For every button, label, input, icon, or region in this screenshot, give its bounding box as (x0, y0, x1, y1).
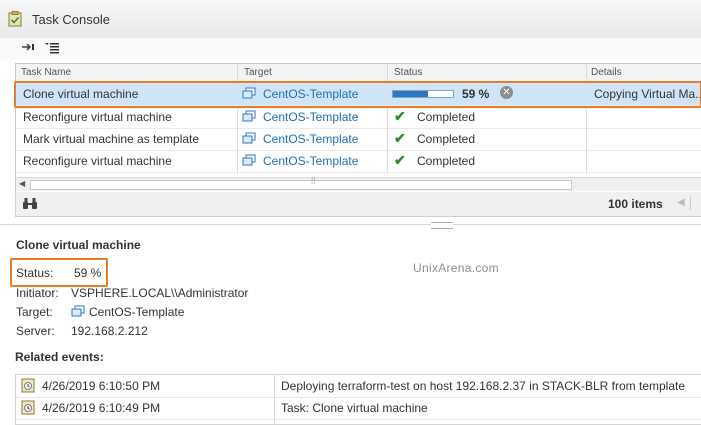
status-value: 59 % (74, 266, 102, 280)
task-name: Reconfigure virtual machine (23, 110, 172, 124)
target-link[interactable]: CentOS-Template (89, 305, 184, 319)
vm-template-icon (242, 154, 256, 167)
event-text: from template (608, 379, 686, 393)
vm-template-icon (242, 132, 256, 145)
event-time: 4/26/2019 6:10:50 PM (42, 379, 161, 393)
event-vm-name: terraform-test (337, 379, 410, 393)
target-link[interactable]: CentOS-Template (263, 154, 358, 168)
event-text: Deploying (281, 379, 338, 393)
event-row[interactable]: 4/26/2019 6:10:49 PM Task: Clone virtual… (16, 397, 701, 420)
column-header-status[interactable]: Status (394, 67, 422, 78)
splitter-grip-icon[interactable] (431, 222, 453, 229)
column-header-task-name[interactable]: Task Name (21, 67, 71, 78)
event-icon (21, 378, 35, 396)
event-description: Deploying terraform-test on host 192.168… (281, 379, 685, 393)
status-text: Completed (417, 132, 476, 146)
row-highlight-box (14, 81, 701, 108)
panel-splitter[interactable] (0, 224, 701, 225)
event-row[interactable]: 4/26/2019 6:10:50 PM Deploying terraform… (16, 375, 701, 398)
prev-page-icon[interactable]: ◀ (677, 197, 685, 208)
event-time: 4/26/2019 6:10:49 PM (42, 401, 161, 415)
check-icon: ✔ (394, 108, 406, 124)
server-label: Server: (16, 324, 55, 338)
grid-footer: 100 items ◀ (15, 192, 701, 217)
vm-template-icon (71, 305, 85, 321)
event-datacenter: STACK-BLR (541, 379, 609, 393)
vm-template-icon (242, 110, 256, 123)
status-label: Status: (16, 266, 54, 280)
event-host: 192.168.2.37 (455, 379, 526, 393)
server-value: 192.168.2.212 (71, 324, 148, 338)
task-console-icon (8, 11, 22, 27)
event-description: Task: Clone virtual machine (281, 401, 428, 415)
check-icon: ✔ (394, 152, 406, 168)
related-events-heading: Related events: (15, 350, 104, 364)
event-icon (21, 400, 35, 418)
status-text: Completed (417, 110, 476, 124)
initiator-value: VSPHERE.LOCAL\\Administrator (71, 286, 249, 300)
table-row[interactable]: Mark virtual machine as template CentOS-… (16, 128, 701, 151)
footer-divider (690, 196, 691, 210)
window-title: Task Console (32, 12, 111, 27)
column-filter-icon[interactable] (44, 41, 62, 55)
column-header-details[interactable]: Details (591, 67, 622, 78)
column-header-target[interactable]: Target (244, 67, 272, 78)
target-link[interactable]: CentOS-Template (263, 110, 358, 124)
event-text: on host (409, 379, 456, 393)
watermark: UnixArena.com (413, 261, 499, 275)
scroll-left-icon[interactable]: ◀ (19, 179, 25, 188)
scrollbar-thumb[interactable]: ⁞⁞ (30, 177, 572, 190)
scroll-grip-icon: ⁞⁞ (311, 177, 316, 186)
collapse-arrow-icon[interactable] (20, 41, 38, 55)
table-row[interactable]: Reconfigure virtual machine CentOS-Templ… (16, 106, 701, 129)
event-text: in (525, 379, 542, 393)
check-icon: ✔ (394, 130, 406, 146)
table-row[interactable]: Reconfigure virtual machine CentOS-Templ… (16, 150, 701, 173)
related-events-table: 4/26/2019 6:10:50 PM Deploying terraform… (15, 374, 701, 425)
target-link[interactable]: CentOS-Template (263, 132, 358, 146)
target-label: Target: (16, 305, 53, 319)
toolbar (0, 38, 701, 60)
task-name: Reconfigure virtual machine (23, 154, 172, 168)
binoculars-icon[interactable] (22, 197, 38, 213)
initiator-label: Initiator: (16, 286, 59, 300)
detail-title: Clone virtual machine (16, 238, 141, 252)
item-count: 100 items (608, 197, 663, 211)
title-bar: Task Console (0, 0, 701, 39)
status-text: Completed (417, 154, 476, 168)
horizontal-scrollbar[interactable]: ◀ ⁞⁞ (16, 177, 701, 191)
task-name: Mark virtual machine as template (23, 132, 200, 146)
